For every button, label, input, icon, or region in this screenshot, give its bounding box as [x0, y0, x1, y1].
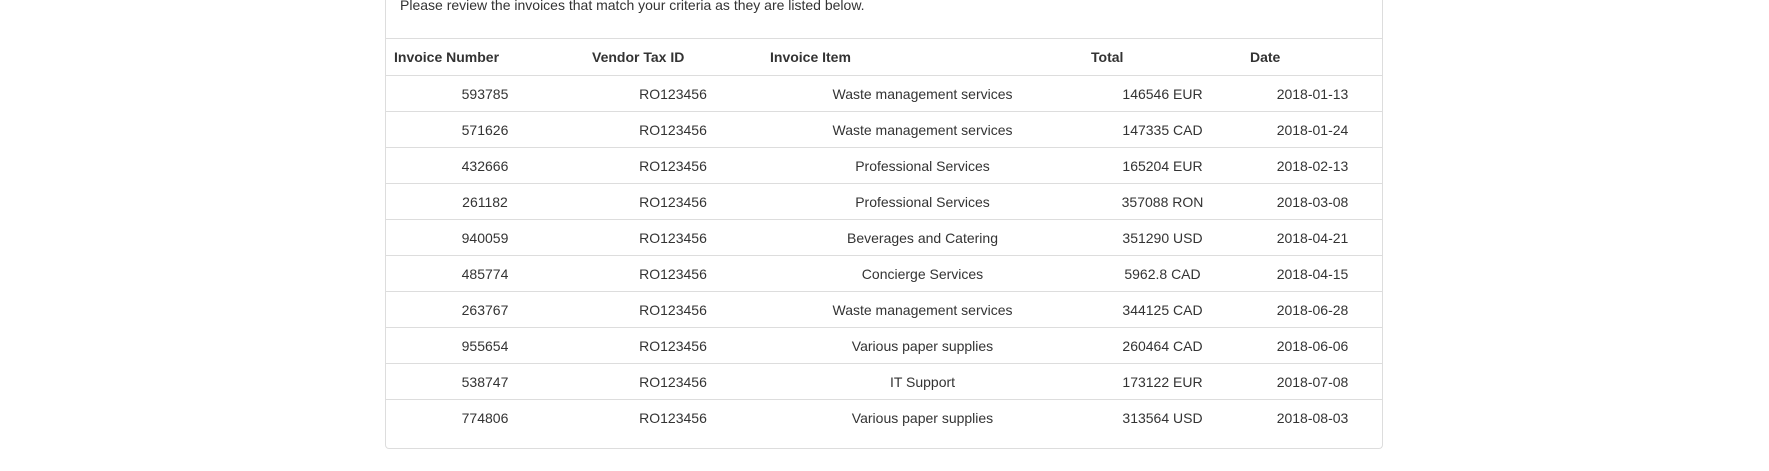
cell-invoice-number: 432666 [386, 147, 584, 184]
header-invoice-item: Invoice Item [762, 38, 1083, 76]
table-row: 774806 RO123456 Various paper supplies 3… [386, 399, 1383, 436]
cell-total: 351290 USD [1083, 219, 1242, 256]
cell-invoice-item: Waste management services [762, 111, 1083, 148]
cell-total: 147335 CAD [1083, 111, 1242, 148]
cell-vendor-tax-id: RO123456 [584, 291, 762, 328]
cell-invoice-number: 774806 [386, 399, 584, 436]
cell-total: 260464 CAD [1083, 327, 1242, 364]
cell-total: 165204 EUR [1083, 147, 1242, 184]
cell-invoice-number: 940059 [386, 219, 584, 256]
cell-invoice-number: 263767 [386, 291, 584, 328]
cell-vendor-tax-id: RO123456 [584, 183, 762, 220]
cell-vendor-tax-id: RO123456 [584, 75, 762, 112]
table-row: 571626 RO123456 Waste management service… [386, 111, 1383, 148]
cell-invoice-number: 485774 [386, 255, 584, 292]
invoice-table: Invoice Number Vendor Tax ID Invoice Ite… [386, 38, 1383, 436]
cell-invoice-number: 571626 [386, 111, 584, 148]
cell-invoice-number: 955654 [386, 327, 584, 364]
cell-invoice-number: 261182 [386, 183, 584, 220]
table-row: 432666 RO123456 Professional Services 16… [386, 147, 1383, 184]
table-body: 593785 RO123456 Waste management service… [386, 75, 1383, 436]
table-row: 485774 RO123456 Concierge Services 5962.… [386, 255, 1383, 292]
cell-date: 2018-04-15 [1242, 255, 1383, 292]
intro-text: Please review the invoices that match yo… [400, 0, 865, 13]
header-date: Date [1242, 38, 1383, 76]
header-total: Total [1083, 38, 1242, 76]
header-invoice-number: Invoice Number [386, 38, 584, 76]
table-row: 593785 RO123456 Waste management service… [386, 75, 1383, 112]
table-row: 538747 RO123456 IT Support 173122 EUR 20… [386, 363, 1383, 400]
cell-vendor-tax-id: RO123456 [584, 327, 762, 364]
cell-invoice-item: Waste management services [762, 291, 1083, 328]
cell-date: 2018-06-28 [1242, 291, 1383, 328]
cell-date: 2018-01-24 [1242, 111, 1383, 148]
cell-date: 2018-03-08 [1242, 183, 1383, 220]
cell-invoice-item: Various paper supplies [762, 327, 1083, 364]
cell-vendor-tax-id: RO123456 [584, 147, 762, 184]
cell-invoice-item: Various paper supplies [762, 399, 1083, 436]
cell-invoice-item: Concierge Services [762, 255, 1083, 292]
cell-date: 2018-04-21 [1242, 219, 1383, 256]
cell-date: 2018-07-08 [1242, 363, 1383, 400]
cell-vendor-tax-id: RO123456 [584, 399, 762, 436]
table-row: 261182 RO123456 Professional Services 35… [386, 183, 1383, 220]
cell-date: 2018-01-13 [1242, 75, 1383, 112]
cell-invoice-number: 593785 [386, 75, 584, 112]
table-row: 955654 RO123456 Various paper supplies 2… [386, 327, 1383, 364]
cell-vendor-tax-id: RO123456 [584, 363, 762, 400]
table-row: 940059 RO123456 Beverages and Catering 3… [386, 219, 1383, 256]
cell-invoice-item: IT Support [762, 363, 1083, 400]
cell-invoice-item: Professional Services [762, 183, 1083, 220]
cell-vendor-tax-id: RO123456 [584, 111, 762, 148]
cell-total: 313564 USD [1083, 399, 1242, 436]
cell-invoice-item: Beverages and Catering [762, 219, 1083, 256]
cell-date: 2018-06-06 [1242, 327, 1383, 364]
cell-invoice-item: Professional Services [762, 147, 1083, 184]
header-vendor-tax-id: Vendor Tax ID [584, 38, 762, 76]
cell-total: 173122 EUR [1083, 363, 1242, 400]
invoice-results-panel: Please review the invoices that match yo… [385, 0, 1383, 449]
cell-invoice-number: 538747 [386, 363, 584, 400]
cell-date: 2018-02-13 [1242, 147, 1383, 184]
cell-total: 357088 RON [1083, 183, 1242, 220]
cell-total: 146546 EUR [1083, 75, 1242, 112]
table-header: Invoice Number Vendor Tax ID Invoice Ite… [386, 38, 1383, 76]
cell-vendor-tax-id: RO123456 [584, 255, 762, 292]
header-row: Invoice Number Vendor Tax ID Invoice Ite… [386, 38, 1383, 76]
cell-vendor-tax-id: RO123456 [584, 219, 762, 256]
cell-total: 5962.8 CAD [1083, 255, 1242, 292]
cell-total: 344125 CAD [1083, 291, 1242, 328]
table-row: 263767 RO123456 Waste management service… [386, 291, 1383, 328]
cell-invoice-item: Waste management services [762, 75, 1083, 112]
cell-date: 2018-08-03 [1242, 399, 1383, 436]
